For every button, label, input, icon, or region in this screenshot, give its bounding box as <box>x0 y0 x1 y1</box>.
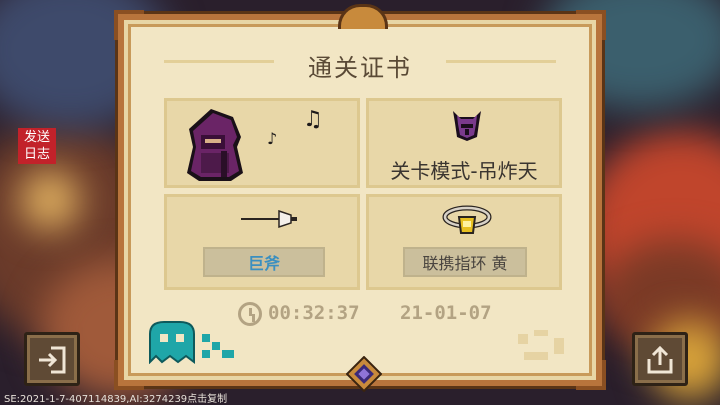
demon-helmet-icon <box>453 111 481 141</box>
send-log-line1: 发送 <box>23 130 50 145</box>
music-note-large-icon: ♫ <box>303 107 323 132</box>
ring-panel: 联携指环 黄 <box>366 194 562 290</box>
clock-icon <box>238 302 262 326</box>
seed-footer-text[interactable]: SE:2021-1-7-407114839,AI:3274239点击复制 <box>4 390 227 405</box>
share-button[interactable] <box>632 332 688 386</box>
send-log-line2: 日志 <box>23 147 50 162</box>
exit-button[interactable] <box>24 332 80 386</box>
ghost-pet-icon <box>149 321 234 364</box>
clear-certificate: 通关证书 ♪ ♫ 关卡模式-吊炸天 巨斧 联携指环 黄 00:32:37 21-… <box>114 4 606 392</box>
weapon-panel: 巨斧 <box>164 194 360 290</box>
wizard-character-icon <box>187 109 243 181</box>
clear-date: 21-01-07 <box>400 302 492 324</box>
great-axe-icon <box>241 209 297 229</box>
decorative-pattern-icon <box>518 330 564 360</box>
certificate-title: 通关证书 <box>308 54 412 82</box>
weapon-name-tag: 巨斧 <box>203 247 325 277</box>
mode-panel: 关卡模式-吊炸天 <box>366 98 562 188</box>
share-icon <box>647 345 673 374</box>
character-panel: ♪ ♫ <box>164 98 360 188</box>
ring-name-tag: 联携指环 黄 <box>403 247 527 277</box>
link-ring-yellow-icon <box>442 205 492 234</box>
music-note-small-icon: ♪ <box>267 129 278 148</box>
exit-door-icon <box>39 346 66 374</box>
send-log-button[interactable]: 发送 日志 <box>18 128 56 164</box>
mode-label: 关卡模式-吊炸天 <box>390 159 538 183</box>
gem-seal-icon <box>346 356 382 392</box>
clear-time: 00:32:37 <box>268 302 360 324</box>
